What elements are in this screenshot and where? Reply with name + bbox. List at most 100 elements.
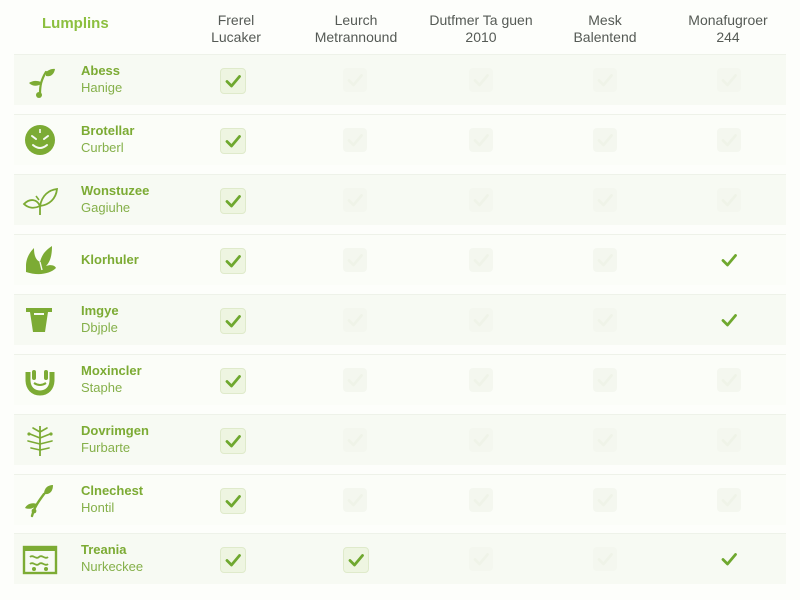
row-secondary-label: Hontil — [81, 500, 115, 515]
row-label: Treania Nurkeckee — [81, 541, 143, 575]
branch-icon — [20, 480, 60, 520]
column-header-line1: Frerel — [217, 12, 255, 28]
empty-check-cell[interactable] — [717, 368, 741, 392]
leaf-outline-icon — [20, 180, 60, 220]
empty-check-cell[interactable] — [593, 248, 617, 272]
table-row[interactable]: Treania Nurkeckee — [14, 533, 786, 584]
check-icon[interactable] — [220, 248, 246, 274]
horseshoe-icon — [20, 360, 60, 400]
basket-icon — [20, 539, 60, 579]
column-header-line2: 244 — [716, 29, 740, 45]
table-header: Lumplins Frerel Lucaker Leurch Metrannou… — [0, 0, 800, 50]
row-primary-label: Imgye — [81, 303, 119, 318]
row-secondary-label: Hanige — [81, 80, 123, 95]
column-header-5[interactable]: Monafugroer 244 — [658, 12, 798, 46]
check-icon[interactable] — [220, 128, 246, 154]
table-row[interactable]: Abess Hanige — [14, 54, 786, 105]
row-secondary-label: Dbjple — [81, 320, 118, 335]
empty-check-cell[interactable] — [343, 368, 367, 392]
empty-check-cell[interactable] — [469, 188, 493, 212]
check-icon[interactable] — [220, 428, 246, 454]
row-secondary-label: Staphe — [81, 380, 123, 395]
empty-check-cell[interactable] — [343, 428, 367, 452]
empty-check-cell[interactable] — [469, 68, 493, 92]
column-header-1[interactable]: Frerel Lucaker — [166, 12, 306, 46]
row-secondary-label: Gagiuhe — [81, 200, 131, 215]
app-title: Lumplins — [42, 15, 109, 32]
empty-check-cell[interactable] — [717, 428, 741, 452]
row-secondary-label: Nurkeckee — [81, 559, 144, 574]
empty-check-cell[interactable] — [717, 188, 741, 212]
row-label: Wonstuzee Gagiuhe — [81, 182, 149, 216]
check-icon[interactable] — [717, 308, 741, 332]
table-row[interactable]: Imgye Dbjple — [14, 294, 786, 345]
column-header-3[interactable]: Dutfmer Ta guen 2010 — [411, 12, 551, 46]
column-header-4[interactable]: Mesk Balentend — [535, 12, 675, 46]
hand-leaf-icon — [20, 240, 60, 280]
face-badge-icon — [20, 120, 60, 160]
row-primary-label: Klorhuler — [81, 252, 139, 267]
empty-check-cell[interactable] — [343, 308, 367, 332]
check-icon[interactable] — [220, 368, 246, 394]
row-secondary-label: Furbarte — [81, 440, 131, 455]
empty-check-cell[interactable] — [593, 128, 617, 152]
row-primary-label: Moxincler — [81, 363, 142, 378]
check-icon[interactable] — [717, 248, 741, 272]
row-primary-label: Brotellar — [81, 123, 135, 138]
check-icon[interactable] — [220, 308, 246, 334]
empty-check-cell[interactable] — [593, 488, 617, 512]
column-header-line1: Monafugroer — [688, 12, 768, 28]
empty-check-cell[interactable] — [469, 308, 493, 332]
table-row[interactable]: Klorhuler — [14, 234, 786, 285]
empty-check-cell[interactable] — [469, 368, 493, 392]
row-label: Dovrimgen Furbarte — [81, 422, 149, 456]
row-label: Clnechest Hontil — [81, 482, 143, 516]
empty-check-cell[interactable] — [343, 68, 367, 92]
table-row[interactable]: Clnechest Hontil — [14, 474, 786, 525]
empty-check-cell[interactable] — [469, 248, 493, 272]
check-icon[interactable] — [220, 488, 246, 514]
row-primary-label: Clnechest — [81, 483, 144, 498]
empty-check-cell[interactable] — [593, 68, 617, 92]
column-header-line1: Leurch — [334, 12, 378, 28]
row-label: Imgye Dbjple — [81, 302, 119, 336]
empty-check-cell[interactable] — [593, 547, 617, 571]
sprout-icon — [20, 60, 60, 100]
table-row[interactable]: Wonstuzee Gagiuhe — [14, 174, 786, 225]
empty-check-cell[interactable] — [469, 547, 493, 571]
empty-check-cell[interactable] — [717, 128, 741, 152]
column-header-2[interactable]: Leurch Metrannound — [286, 12, 426, 46]
empty-check-cell[interactable] — [593, 308, 617, 332]
fern-icon — [20, 420, 60, 460]
row-label: Klorhuler — [81, 251, 139, 268]
check-icon[interactable] — [717, 547, 741, 571]
planter-icon — [20, 300, 60, 340]
check-icon[interactable] — [220, 547, 246, 573]
check-icon[interactable] — [220, 188, 246, 214]
empty-check-cell[interactable] — [343, 488, 367, 512]
column-header-line1: Mesk — [588, 12, 622, 28]
empty-check-cell[interactable] — [343, 248, 367, 272]
empty-check-cell[interactable] — [469, 428, 493, 452]
column-header-line2: 2010 — [465, 29, 497, 45]
table-row[interactable]: Brotellar Curberl — [14, 114, 786, 165]
table-row[interactable]: Dovrimgen Furbarte — [14, 414, 786, 465]
row-primary-label: Wonstuzee — [81, 183, 150, 198]
empty-check-cell[interactable] — [717, 488, 741, 512]
row-label: Moxincler Staphe — [81, 362, 142, 396]
table-row[interactable]: Moxincler Staphe — [14, 354, 786, 405]
row-label: Abess Hanige — [81, 62, 122, 96]
empty-check-cell[interactable] — [343, 128, 367, 152]
empty-check-cell[interactable] — [593, 188, 617, 212]
empty-check-cell[interactable] — [469, 128, 493, 152]
empty-check-cell[interactable] — [593, 368, 617, 392]
empty-check-cell[interactable] — [717, 68, 741, 92]
column-header-line2: Lucaker — [211, 29, 261, 45]
row-primary-label: Abess — [81, 63, 121, 78]
empty-check-cell[interactable] — [593, 428, 617, 452]
check-icon[interactable] — [343, 547, 369, 573]
check-icon[interactable] — [220, 68, 246, 94]
empty-check-cell[interactable] — [343, 188, 367, 212]
column-header-line2: Metrannound — [314, 29, 398, 45]
empty-check-cell[interactable] — [469, 488, 493, 512]
